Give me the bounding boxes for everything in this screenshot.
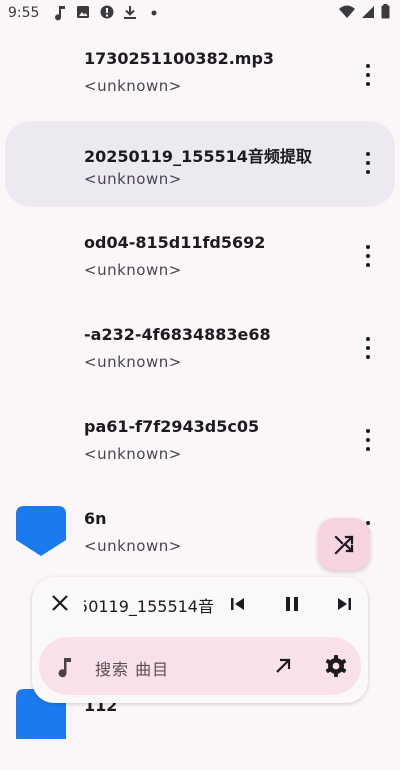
close-icon[interactable]	[50, 593, 70, 613]
song-artist: <unknown>	[84, 77, 182, 95]
gear-icon[interactable]	[324, 654, 348, 678]
song-artist: <unknown>	[84, 261, 182, 279]
now-playing-title[interactable]: 20250119_155514音	[84, 593, 214, 617]
mini-player: 20250119_155514音 搜索 曲目	[32, 577, 368, 703]
song-item-4[interactable]: -a232-4f6834883e68 <unknown>	[0, 316, 400, 402]
music-note-icon	[55, 6, 65, 21]
signal-icon	[362, 5, 374, 18]
wifi-icon	[339, 5, 355, 18]
song-item-3[interactable]: od04-815d11fd5692 <unknown>	[0, 224, 400, 310]
song-artist: <unknown>	[84, 445, 182, 463]
battery-icon	[381, 4, 390, 19]
pause-icon[interactable]	[282, 594, 302, 614]
song-artist: <unknown>	[84, 170, 182, 188]
song-item-2-selected[interactable]: 20250119_155514音频提取 <unknown>	[5, 121, 395, 207]
more-options-icon[interactable]	[358, 335, 378, 363]
song-item-5[interactable]: pa61-f7f2943d5c05 <unknown>	[0, 408, 400, 494]
status-bar: 9:55	[0, 0, 400, 28]
song-title: 6n	[84, 509, 107, 528]
arrow-up-right-icon[interactable]	[273, 656, 293, 676]
download-icon	[124, 6, 136, 19]
song-title: 20250119_155514音频提取	[84, 147, 312, 166]
more-options-icon[interactable]	[358, 427, 378, 455]
search-placeholder[interactable]: 搜索 曲目	[95, 656, 169, 680]
song-title: od04-815d11fd5692	[84, 233, 266, 252]
song-item-1[interactable]: 1730251100382.mp3 <unknown>	[0, 46, 400, 132]
shuffle-icon	[334, 535, 354, 555]
music-note-icon	[58, 658, 71, 678]
more-options-icon[interactable]	[358, 243, 378, 271]
more-options-icon[interactable]	[358, 150, 378, 178]
skip-next-icon[interactable]	[334, 594, 354, 614]
song-title: -a232-4f6834883e68	[84, 325, 271, 344]
alert-icon	[100, 5, 114, 19]
song-title: 1730251100382.mp3	[84, 49, 275, 68]
album-art-thumbnail	[16, 506, 66, 556]
skip-previous-icon[interactable]	[228, 594, 248, 614]
more-options-icon[interactable]	[358, 62, 378, 90]
search-bar[interactable]: 搜索 曲目	[39, 637, 361, 695]
image-icon	[77, 6, 89, 18]
song-artist: <unknown>	[84, 537, 182, 555]
dot-icon	[151, 10, 157, 16]
song-artist: <unknown>	[84, 353, 182, 371]
status-time: 9:55	[8, 5, 40, 21]
song-title: pa61-f7f2943d5c05	[84, 417, 260, 436]
shuffle-button[interactable]	[318, 518, 370, 570]
